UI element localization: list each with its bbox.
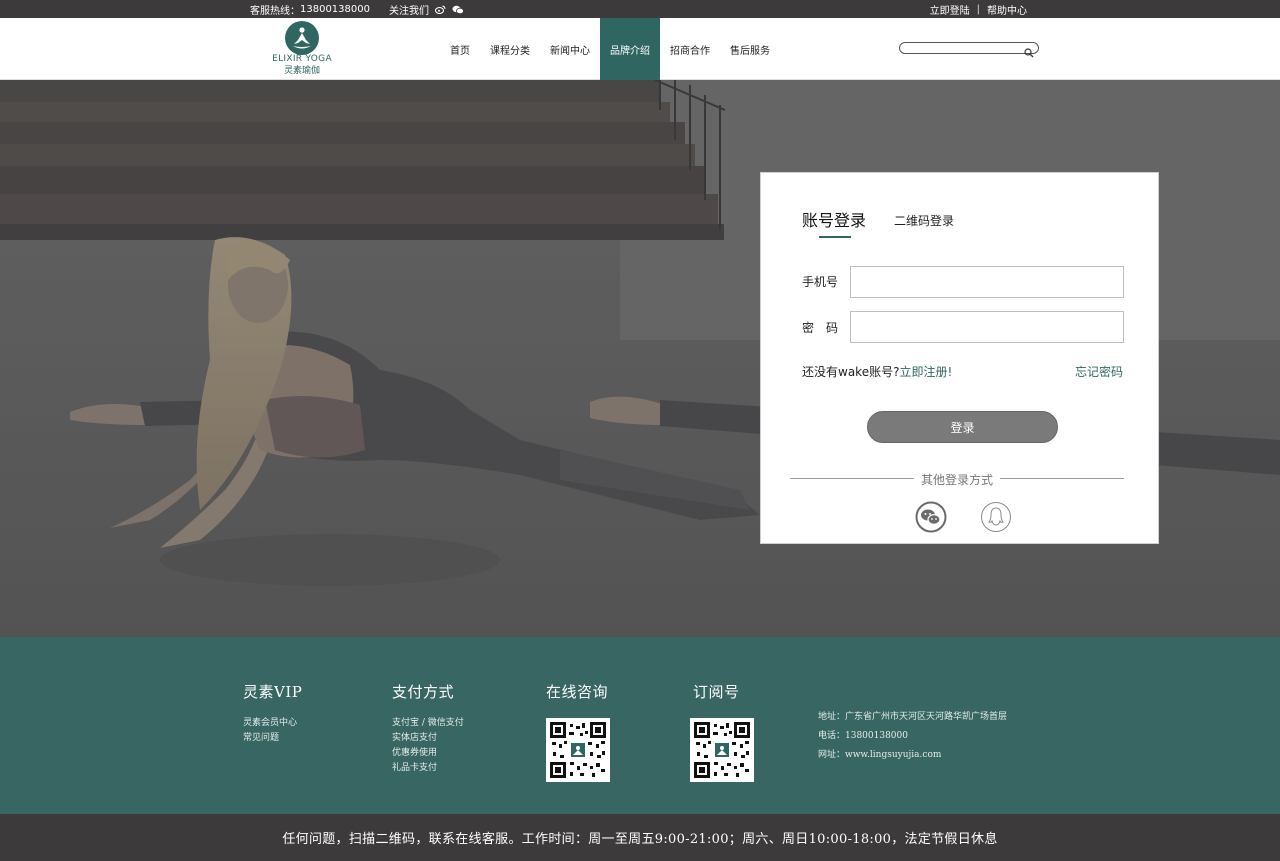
footer-address: 地址：广东省广州市天河区天河路华凯广场首层 bbox=[818, 712, 1008, 722]
phone-label: 手机号 bbox=[802, 275, 839, 289]
wechat-login-icon[interactable] bbox=[915, 501, 947, 533]
footer-subscribe-column: 订阅号 bbox=[690, 681, 754, 782]
wechat-icon[interactable] bbox=[452, 5, 464, 15]
footer-consult-title: 在线咨询 bbox=[546, 683, 609, 701]
password-field-wrapper bbox=[850, 311, 1124, 343]
footer-contact-info: 地址：广东省广州市天河区天河路华凯广场首层 电话：13800138000 网址：… bbox=[818, 708, 1007, 765]
footer-link-coupon[interactable]: 优惠券使用 bbox=[392, 746, 464, 761]
hotline-number: 13800138000 bbox=[300, 4, 370, 15]
nav-after-sales[interactable]: 售后服务 bbox=[720, 18, 780, 80]
bottom-notice-bar: 任何问题，扫描二维码，联系在线客服。工作时间：周一至周五9:00-21:00；周… bbox=[0, 814, 1280, 861]
top-bar-right: 立即登陆 | 帮助中心 bbox=[930, 2, 1027, 17]
footer-link-gift-card[interactable]: 礼品卡支付 bbox=[392, 761, 464, 776]
footer-vip-column: 灵素VIP 灵素会员中心 常见问题 bbox=[243, 681, 302, 746]
tab-qr-login[interactable]: 二维码登录 bbox=[894, 212, 954, 235]
login-now-link[interactable]: 立即登陆 bbox=[930, 2, 970, 17]
other-login-divider: 其他登录方式 bbox=[790, 471, 1124, 487]
no-account-text: 还没有wake账号? bbox=[802, 365, 900, 379]
site-footer: 灵素VIP 灵素会员中心 常见问题 支付方式 支付宝 / 微信支付 实体店支付 … bbox=[0, 637, 1280, 814]
logo-meditation-icon bbox=[285, 21, 319, 55]
tab-account-label: 账号登录 bbox=[802, 211, 867, 230]
login-tabs: 账号登录 二维码登录 bbox=[802, 207, 954, 238]
register-prompt: 还没有wake账号?立即注册! bbox=[802, 363, 952, 380]
footer-subscribe-title: 订阅号 bbox=[693, 683, 740, 701]
nav-home[interactable]: 首页 bbox=[440, 18, 480, 80]
tab-account-login[interactable]: 账号登录 bbox=[802, 207, 867, 238]
footer-vip-title: 灵素VIP bbox=[243, 683, 303, 701]
footer-consult-column: 在线咨询 bbox=[546, 681, 610, 782]
search-box bbox=[899, 42, 1039, 61]
phone-field-wrapper bbox=[850, 266, 1124, 298]
footer-link-store-pay[interactable]: 实体店支付 bbox=[392, 731, 464, 746]
qr-code-icon bbox=[690, 718, 754, 782]
footer-link-alipay-wechat[interactable]: 支付宝 / 微信支付 bbox=[392, 716, 464, 731]
login-button[interactable]: 登录 bbox=[867, 411, 1058, 443]
nav-courses[interactable]: 课程分类 bbox=[480, 18, 540, 80]
site-logo[interactable]: ELIXIR YOGA 灵素瑜伽 bbox=[272, 20, 332, 80]
footer-link-faq[interactable]: 常见问题 bbox=[243, 731, 302, 746]
nav-news[interactable]: 新闻中心 bbox=[540, 18, 600, 80]
nav-partnership[interactable]: 招商合作 bbox=[660, 18, 720, 80]
search-icon[interactable] bbox=[1024, 43, 1034, 62]
active-tab-indicator bbox=[819, 236, 851, 238]
weibo-icon[interactable] bbox=[434, 5, 446, 15]
help-center-link[interactable]: 帮助中心 bbox=[987, 2, 1027, 17]
qr-code-icon bbox=[546, 718, 610, 782]
footer-link-member-center[interactable]: 灵素会员中心 bbox=[243, 716, 302, 731]
forgot-password-link[interactable]: 忘记密码 bbox=[1075, 363, 1123, 380]
nav-brand[interactable]: 品牌介绍 bbox=[600, 18, 660, 80]
register-link[interactable]: 立即注册! bbox=[899, 365, 952, 379]
service-hours-notice: 任何问题，扫描二维码，联系在线客服。工作时间：周一至周五9:00-21:00；周… bbox=[282, 832, 998, 847]
logo-chinese: 灵素瑜伽 bbox=[283, 66, 320, 76]
phone-input[interactable] bbox=[851, 267, 1123, 297]
password-input[interactable] bbox=[851, 312, 1123, 342]
other-login-label: 其他登录方式 bbox=[916, 473, 997, 487]
footer-payment-title: 支付方式 bbox=[392, 683, 455, 701]
qq-login-icon[interactable] bbox=[980, 501, 1012, 533]
divider: | bbox=[976, 4, 980, 15]
follow-us-label: 关注我们 bbox=[389, 6, 429, 17]
main-nav: 首页 课程分类 新闻中心 品牌介绍 招商合作 售后服务 bbox=[440, 18, 780, 80]
search-input[interactable] bbox=[906, 50, 1024, 61]
footer-payment-column: 支付方式 支付宝 / 微信支付 实体店支付 优惠券使用 礼品卡支付 bbox=[392, 681, 464, 776]
footer-website[interactable]: 网址：www.lingsuyujia.com bbox=[818, 746, 1007, 765]
site-header: ELIXIR YOGA 灵素瑜伽 首页 课程分类 新闻中心 品牌介绍 招商合作 … bbox=[0, 18, 1280, 80]
top-bar: 客服热线： 13800138000 关注我们 立即登陆 | 帮助中心 bbox=[0, 0, 1280, 18]
login-panel: 账号登录 二维码登录 手机号 密 码 还没有wake账号?立即注册! 忘记密码 … bbox=[760, 172, 1159, 544]
footer-phone: 电话：13800138000 bbox=[818, 731, 908, 741]
password-label: 密 码 bbox=[802, 321, 839, 335]
top-bar-left: 客服热线： 13800138000 关注我们 bbox=[250, 2, 464, 17]
hotline-label: 客服热线： bbox=[250, 6, 300, 17]
